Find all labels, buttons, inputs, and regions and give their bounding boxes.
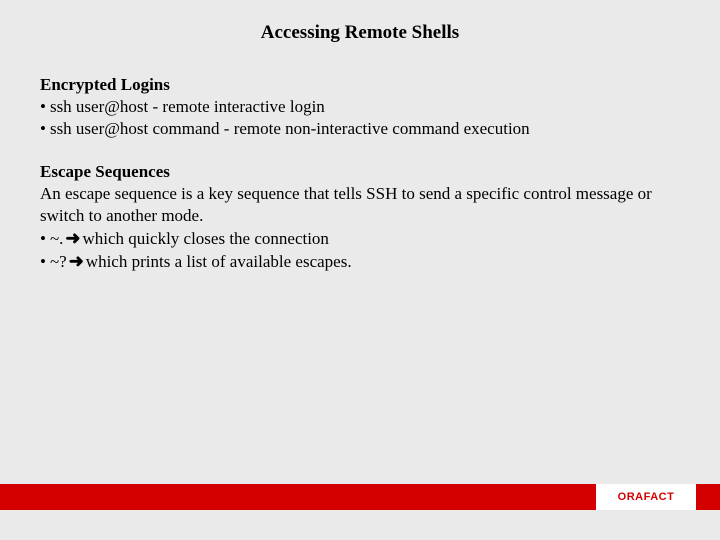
bullet-icon: • xyxy=(40,251,46,273)
list-item-text: ssh user@host command - remote non-inter… xyxy=(50,118,530,140)
escape-desc: which prints a list of available escapes… xyxy=(86,251,352,273)
arrow-right-icon: ➜ xyxy=(69,250,84,273)
section-heading-encrypted-logins: Encrypted Logins xyxy=(40,74,680,96)
page-title: Accessing Remote Shells xyxy=(0,0,720,74)
list-item: • ssh user@host - remote interactive log… xyxy=(40,96,680,118)
list-item: • ~? ➜ which prints a list of available … xyxy=(40,250,680,273)
slide-content: Encrypted Logins • ssh user@host - remot… xyxy=(0,74,720,273)
escape-desc: which quickly closes the connection xyxy=(83,228,329,250)
footer-stripe-right xyxy=(696,484,720,510)
list-item: • ~. ➜ which quickly closes the connecti… xyxy=(40,227,680,250)
arrow-right-icon: ➜ xyxy=(65,227,80,250)
list-item-text: ssh user@host - remote interactive login xyxy=(50,96,325,118)
footer-bar: ORAFACT xyxy=(0,484,720,510)
section-heading-escape-sequences: Escape Sequences xyxy=(40,161,680,183)
escape-seq: ~. xyxy=(50,228,63,250)
bullet-icon: • xyxy=(40,118,46,140)
list-item: • ssh user@host command - remote non-int… xyxy=(40,118,680,140)
escape-seq: ~? xyxy=(50,251,67,273)
section-intro: An escape sequence is a key sequence tha… xyxy=(40,183,680,227)
footer-brand-label: ORAFACT xyxy=(618,491,675,503)
bullet-icon: • xyxy=(40,228,46,250)
footer-stripe-left xyxy=(0,484,596,510)
bullet-icon: • xyxy=(40,96,46,118)
slide: Accessing Remote Shells Encrypted Logins… xyxy=(0,0,720,540)
footer-brand-box: ORAFACT xyxy=(596,484,696,510)
